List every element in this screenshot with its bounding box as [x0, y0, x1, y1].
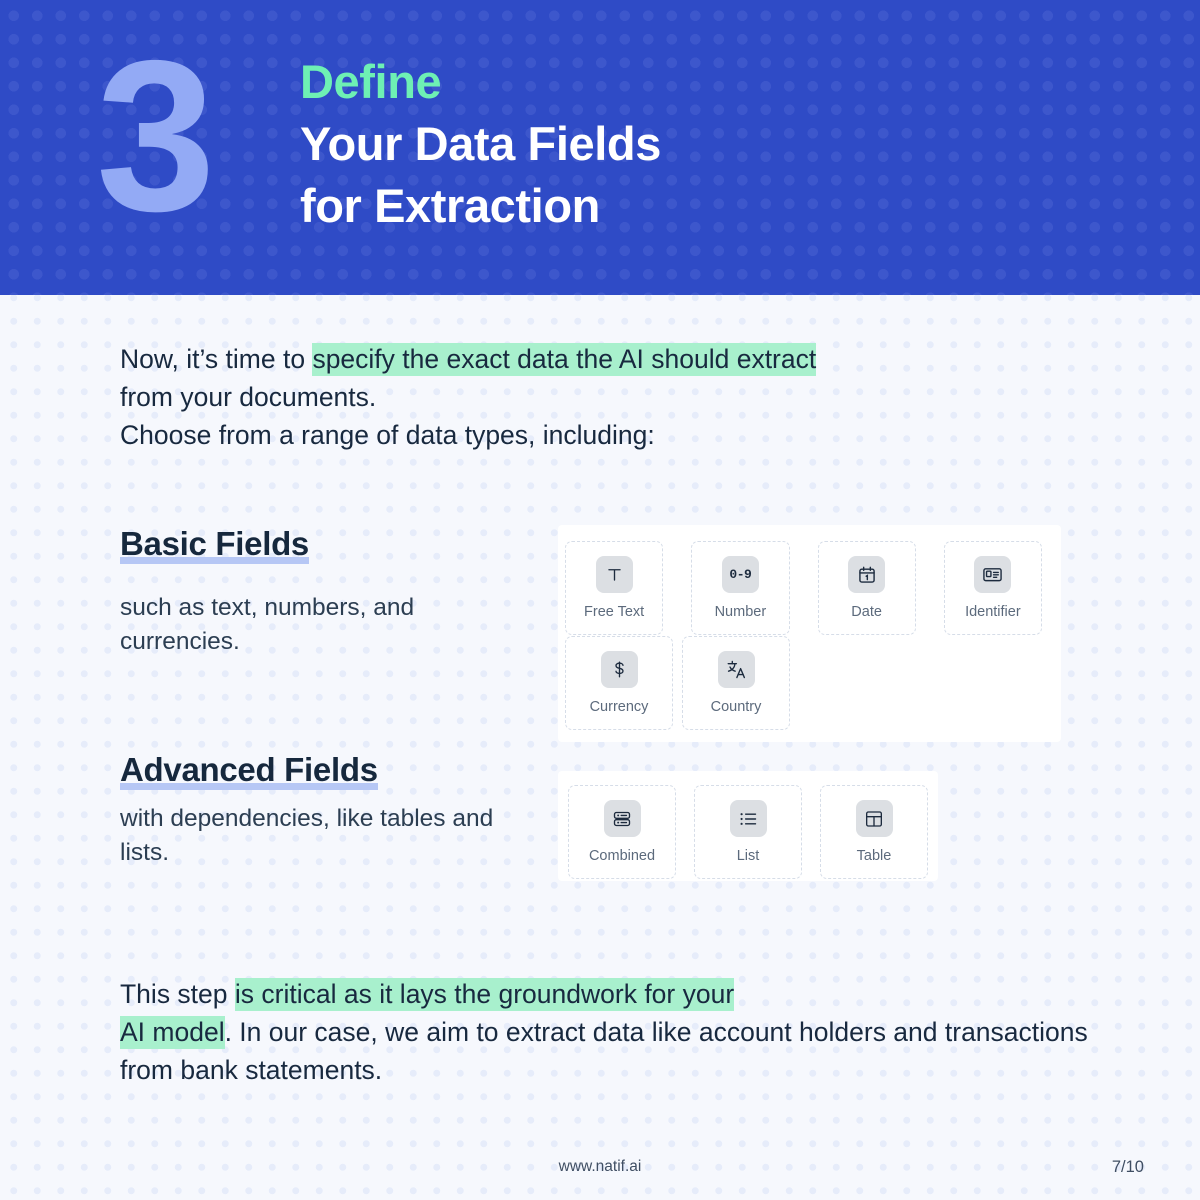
advanced-fields-row: Combined List Table [558, 785, 938, 879]
field-label: Currency [589, 699, 649, 715]
advanced-fields-description: with dependencies, like tables and lists… [120, 805, 494, 866]
basic-fields-block: Basic Fields such as text, numbers, and … [120, 525, 540, 659]
field-label: List [736, 848, 760, 864]
number-glyph: 0-9 [729, 567, 752, 582]
table-grid-icon [855, 800, 893, 837]
calendar-icon [848, 556, 886, 593]
field-label: Country [710, 699, 762, 715]
id-card-icon [974, 556, 1012, 593]
intro-text-pre: Now, it’s time to [120, 344, 313, 374]
field-card-table[interactable]: Table [820, 785, 928, 879]
field-card-currency[interactable]: Currency [565, 636, 673, 730]
left-column: Basic Fields such as text, numbers, and … [120, 525, 540, 870]
outro-highlight-2: AI model [120, 1016, 225, 1049]
basic-fields-panel: Free Text 0-9 Number Date Identifier Cur… [558, 525, 1061, 742]
intro-highlight: specify the exact data the AI should ext… [312, 343, 817, 376]
field-card-list[interactable]: List [694, 785, 802, 879]
outro-paragraph: This step is critical as it lays the gro… [120, 975, 1110, 1089]
footer-page-number: 7/10 [1111, 1158, 1144, 1176]
field-label: Table [856, 848, 892, 864]
field-card-date[interactable]: Date [817, 541, 916, 635]
step-number: 3 [96, 15, 216, 256]
field-label: Free Text [584, 604, 645, 620]
slide-header: 3 Define Your Data Fields for Extraction [0, 0, 1200, 295]
field-card-combined[interactable]: Combined [568, 785, 676, 879]
number-0-9-icon: 0-9 [721, 556, 759, 593]
dollar-icon [600, 651, 638, 688]
basic-fields-row-2: Currency Country [558, 636, 1061, 730]
header-title-line-2: Your Data Fields [300, 117, 661, 170]
field-label: Identifier [965, 604, 1021, 620]
translate-icon [717, 651, 755, 688]
advanced-fields-block: Advanced Fields with dependencies, like … [120, 751, 540, 870]
advanced-fields-panel: Combined List Table [558, 771, 938, 881]
outro-highlight-1: is critical as it lays the groundwork fo… [234, 978, 735, 1011]
outro-post: . In our case, we aim to extract data li… [120, 1017, 1088, 1085]
slide-root: 3 Define Your Data Fields for Extraction… [0, 0, 1200, 1200]
field-label: Date [851, 604, 882, 620]
field-label: Combined [588, 848, 656, 864]
basic-fields-row-1: Free Text 0-9 Number Date Identifier [558, 541, 1061, 635]
basic-fields-description: such as text, numbers, and currencies. [120, 594, 415, 655]
outro-pre: This step [120, 979, 235, 1009]
footer-url[interactable]: www.natif.ai [0, 1158, 1200, 1176]
field-card-free-text[interactable]: Free Text [565, 541, 664, 635]
field-label: Number [714, 604, 767, 620]
header-title-group: Define Your Data Fields for Extraction [300, 58, 661, 229]
field-card-identifier[interactable]: Identifier [943, 541, 1042, 635]
advanced-fields-heading: Advanced Fields [120, 751, 378, 790]
text-t-icon [595, 556, 633, 593]
basic-fields-heading: Basic Fields [120, 525, 309, 564]
header-title-line-1: Define [300, 55, 442, 108]
intro-line-3: Choose from a range of data types, inclu… [120, 420, 655, 450]
field-card-country[interactable]: Country [682, 636, 790, 730]
intro-line-2: from your documents. [120, 382, 377, 412]
database-stack-icon [603, 800, 641, 837]
field-card-number[interactable]: 0-9 Number [691, 541, 790, 635]
intro-paragraph: Now, it’s time to specify the exact data… [120, 340, 1060, 454]
bullet-list-icon [729, 800, 767, 837]
header-title-line-3: for Extraction [300, 179, 600, 232]
